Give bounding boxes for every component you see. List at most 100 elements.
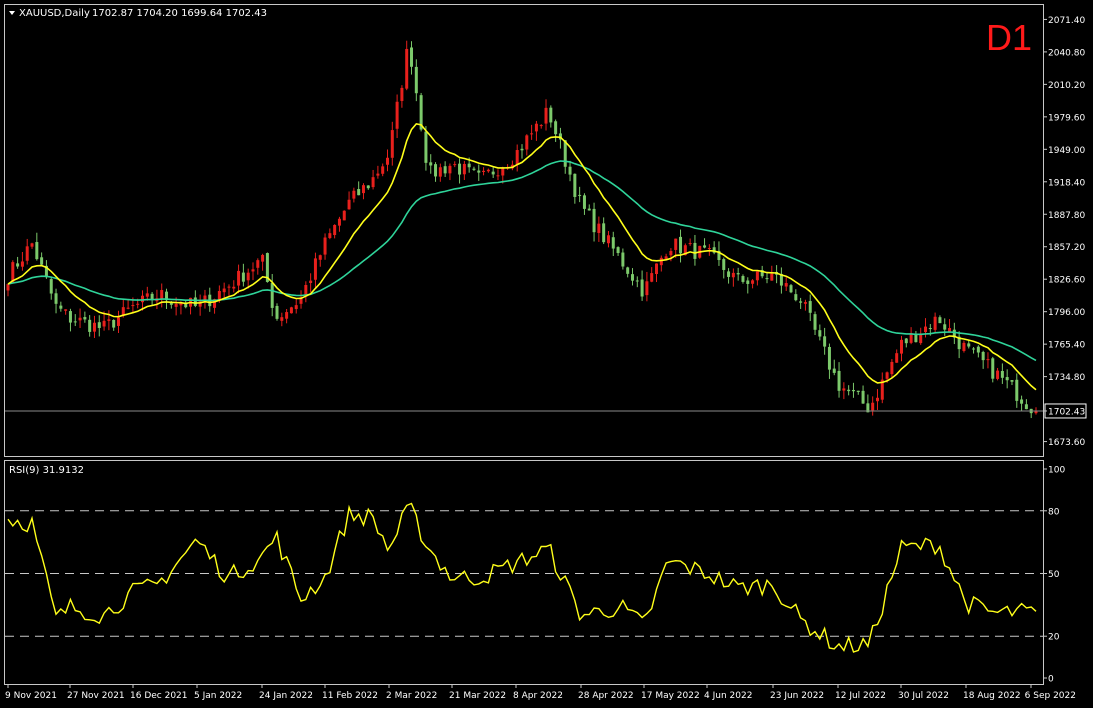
time-tick-label: 16 Dec 2021 [130,691,188,701]
candle-body [587,208,591,211]
candle-body [116,317,120,326]
candle-body [376,173,380,176]
candle-body [1010,380,1014,382]
candle-body [914,334,918,343]
symbol-label[interactable]: XAUUSD,Daily [19,8,90,19]
candle-body [770,273,774,281]
candle-body [679,236,683,254]
candle-body [424,131,428,163]
rsi-tick-label: 0 [1048,675,1054,685]
candle-body [981,351,985,361]
candle-body [808,301,812,313]
candle-body [270,282,274,308]
candle-body [232,286,236,289]
time-tick-label: 12 Jul 2022 [835,691,886,701]
candle-body [904,338,908,344]
candle-body [491,171,495,175]
candle-body [390,130,394,158]
time-tick-label: 2 Mar 2022 [386,691,437,701]
candle-body [16,263,20,267]
candle-body [400,87,404,101]
candle-body [626,267,630,274]
time-tick-label: 23 Jun 2022 [770,691,824,701]
candle-body [217,290,221,301]
candle-body [131,305,135,307]
candle-body [554,121,558,135]
candle-body [664,256,668,259]
candle-body [107,319,111,321]
candle-body [895,353,899,363]
candle-body [794,294,798,301]
candle-body [174,303,178,307]
candle-body [97,322,101,328]
candle-body [746,280,750,284]
candle-body [972,348,976,350]
time-tick-label: 24 Jan 2022 [259,691,313,701]
candle-body [160,290,164,300]
candle-body [924,326,928,333]
candle-body [381,166,385,174]
candle-body [693,242,697,259]
candle-body [1020,399,1024,404]
candle-body [68,311,72,323]
price-tick-label: 1949.00 [1048,146,1085,156]
candle-body [919,334,923,344]
candle-body [948,328,952,332]
price-tick-label: 1673.60 [1048,438,1085,448]
candle-body [357,189,361,196]
candle-body [92,322,96,332]
candle-body [482,170,486,173]
candle-body [722,259,726,270]
candle-body [789,285,793,293]
price-tick-label: 1918.40 [1048,178,1085,188]
candle-body [434,164,438,177]
candle-body [83,317,87,320]
candle-body [395,101,399,129]
candle-body [996,370,1000,379]
candle-body [640,279,644,297]
candle-body [289,307,293,314]
candle-body [112,319,116,328]
candle-body [462,163,466,175]
candle-body [832,368,836,373]
candle-body [899,339,903,354]
price-tick-label: 1765.40 [1048,341,1085,351]
candle-body [1005,377,1009,381]
candle-body [986,359,990,361]
candle-body [30,243,34,247]
candle-body [669,251,673,256]
candle-body [871,402,875,411]
time-tick-label: 4 Jun 2022 [704,691,752,701]
time-tick-label: 9 Nov 2021 [5,691,57,701]
candle-body [280,317,284,321]
time-tick-label: 11 Feb 2022 [322,691,378,701]
candle-body [765,278,769,280]
candle-body [1015,379,1019,401]
candle-body [410,47,414,67]
candle-body [313,258,317,280]
candle-body [578,194,582,196]
candle-body [645,281,649,296]
rsi-tick-label: 100 [1048,466,1065,476]
candle-body [818,330,822,337]
candle-body [25,246,29,261]
candle-body [294,305,298,310]
candle-body [755,271,759,281]
candle-body [472,168,476,170]
candle-body [78,317,82,321]
candle-body [731,272,735,278]
candle-body [962,342,966,351]
price-tick-label: 1887.80 [1048,211,1085,221]
candle-body [606,235,610,244]
candle-body [655,263,659,275]
candle-body [1024,404,1028,410]
candle-body [630,274,634,281]
candle-body [991,358,995,379]
candle-body [707,248,711,250]
candle-body [366,185,370,189]
time-tick-label: 8 Apr 2022 [513,691,563,701]
candle-body [486,169,490,172]
candle-body [337,218,341,226]
candle-body [193,297,197,306]
candle-body [784,283,788,287]
